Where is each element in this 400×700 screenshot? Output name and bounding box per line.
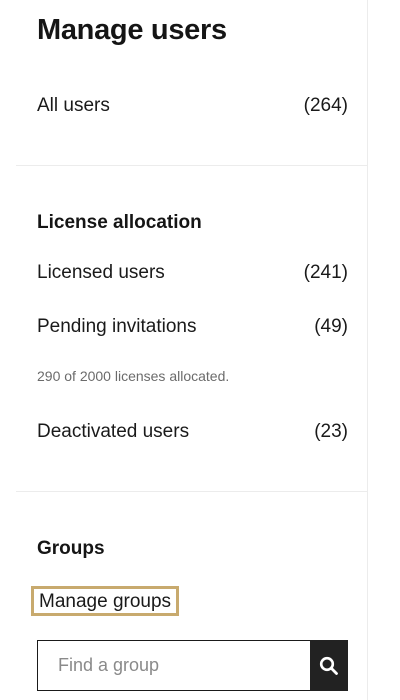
license-allocation-heading: License allocation <box>37 212 202 233</box>
manage-groups-link[interactable]: Manage groups <box>31 586 180 616</box>
deactivated-users-label: Deactivated users <box>37 421 190 442</box>
page-title: Manage users <box>37 14 227 46</box>
all-users-link[interactable]: All users (264) <box>37 95 348 117</box>
search-icon <box>319 656 338 675</box>
section-divider <box>16 491 367 492</box>
deactivated-users-count: (23) <box>314 421 348 442</box>
groups-heading: Groups <box>37 538 105 559</box>
panel-right-border <box>367 0 368 700</box>
deactivated-users-link[interactable]: Deactivated users (23) <box>37 421 348 443</box>
all-users-label: All users <box>37 95 110 116</box>
license-usage-note: 290 of 2000 licenses allocated. <box>37 368 230 384</box>
manage-users-panel: Manage users All users (264) License all… <box>0 0 400 700</box>
group-search-button[interactable] <box>310 640 348 691</box>
licensed-users-label: Licensed users <box>37 262 165 283</box>
section-divider <box>16 165 367 166</box>
group-search-input[interactable] <box>37 640 310 691</box>
group-search <box>37 640 348 691</box>
all-users-count: (264) <box>303 95 348 116</box>
pending-invitations-link[interactable]: Pending invitations (49) <box>37 316 348 338</box>
pending-invitations-label: Pending invitations <box>37 316 197 337</box>
licensed-users-count: (241) <box>303 262 348 283</box>
licensed-users-link[interactable]: Licensed users (241) <box>37 262 348 284</box>
pending-invitations-count: (49) <box>314 316 348 337</box>
